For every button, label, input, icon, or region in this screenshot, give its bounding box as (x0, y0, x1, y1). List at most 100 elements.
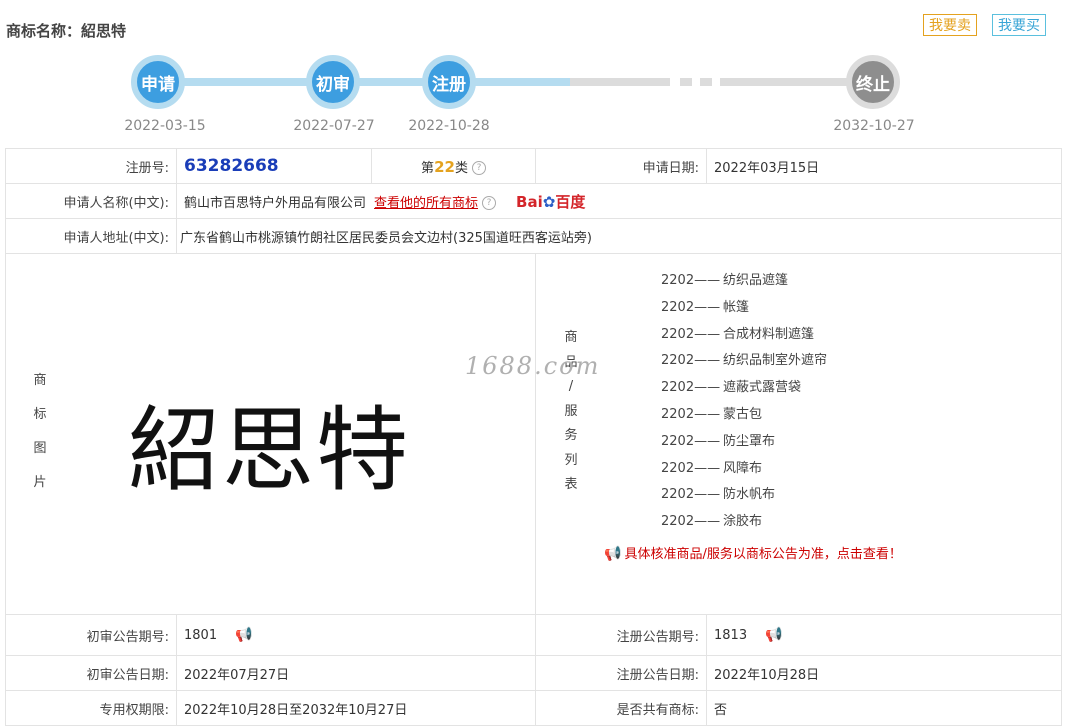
vertical-label-char: 商 (33, 373, 47, 388)
table-row: 申请人名称(中文): 鹤山市百思特户外用品有限公司 查看他的所有商标? Bai✿百度 (5, 183, 1062, 219)
baidu-label: Bai (516, 192, 543, 211)
table-row: 初审公告日期: 2022年07月27日 注册公告日期: 2022年10月28日 (5, 655, 1062, 691)
table-row: 专用权期限: 2022年10月28日至2032年10月27日 是否共有商标: 否 (5, 690, 1062, 726)
vertical-label-char: 标 (33, 407, 47, 422)
baidu-paw-icon: ✿ (542, 192, 556, 211)
vertical-label-char: 表 (564, 477, 578, 492)
list-item: 2202—— 蒙古包 (661, 402, 827, 429)
goods-code: 2202—— (661, 326, 721, 342)
goods-code: 2202—— (661, 406, 721, 422)
goods-code: 2202—— (661, 433, 721, 449)
timeline-node-end: 终止 (846, 55, 900, 109)
timeline-progress-bar (158, 78, 570, 86)
megaphone-icon[interactable]: 📢 (235, 627, 252, 643)
mark-image-cell: 商 标 图 片 紹思特 (5, 253, 536, 615)
goods-notice-link[interactable]: 📢 具体核准商品/服务以商标公告为准，点击查看！ (604, 543, 902, 562)
buy-button[interactable]: 我要买 (992, 14, 1046, 36)
timeline-date-apply: 2022-03-15 (124, 118, 206, 134)
class-number: 22 (434, 157, 455, 176)
mark-image-label: 商 标 图 片 (32, 364, 48, 500)
goods-code: 2202—— (661, 460, 721, 476)
baidu-label-cn: 百度 (555, 192, 586, 211)
prelim-no-label: 初审公告期号: (5, 614, 177, 656)
table-row: 申请人地址(中文): 广东省鹤山市桃源镇竹朗社区居民委员会文边村(325国道旺西… (5, 218, 1062, 254)
vertical-label-char: 商 (564, 330, 578, 345)
prelim-no-cell: 1801 📢 (176, 614, 536, 656)
reg-no-cell: 63282668 (176, 148, 372, 184)
trademark-name-title: 商标名称：紹思特 (6, 20, 126, 41)
baidu-search-link[interactable]: Bai✿百度 (516, 193, 585, 211)
help-icon[interactable]: ? (482, 195, 497, 210)
goods-name: 防水帆布 (723, 487, 776, 503)
apply-date-value: 2022年03月15日 (706, 148, 1062, 184)
vertical-label-char: 服 (564, 403, 578, 419)
timeline-node-prelim: 初审 (306, 55, 360, 109)
applicant-value: 鹤山市百思特户外用品有限公司 (184, 195, 367, 211)
vertical-label-char: 务 (564, 428, 578, 443)
help-icon[interactable]: ? (471, 160, 486, 175)
class-cell: 第22类? (371, 148, 536, 184)
vertical-label-char: 片 (33, 475, 47, 490)
list-item: 2202—— 遮蔽式露营袋 (661, 375, 827, 402)
applicant-cell: 鹤山市百思特户外用品有限公司 查看他的所有商标? Bai✿百度 (176, 183, 1062, 219)
goods-code: 2202—— (661, 487, 721, 503)
goods-name: 帐篷 (723, 299, 750, 315)
vertical-label-char: 列 (564, 452, 578, 468)
reg-no-value: 63282668 (184, 156, 279, 176)
goods-code: 2202—— (661, 380, 721, 396)
megaphone-icon[interactable]: 📢 (765, 627, 782, 643)
goods-name: 防尘罩布 (723, 433, 776, 449)
list-item: 2202—— 纺织品制室外遮帘 (661, 348, 827, 375)
list-item: 2202—— 防水帆布 (661, 482, 827, 509)
goods-name: 合成材料制遮篷 (723, 326, 815, 342)
goods-code: 2202—— (661, 514, 721, 530)
goods-cell: 商 品 / 服 务 列 表 2202—— 纺织品遮篷 2202—— 帐篷 2202—… (535, 253, 1062, 615)
list-item: 2202—— 风障布 (661, 456, 827, 483)
timeline-date-prelim: 2022-07-27 (293, 118, 375, 134)
address-label: 申请人地址(中文): (5, 218, 177, 254)
apply-date-label: 申请日期: (535, 148, 707, 184)
address-value: 广东省鹤山市桃源镇竹朗社区居民委员会文边村(325国道旺西客运站旁) (176, 218, 1062, 254)
exclusive-value: 2022年10月28日至2032年10月27日 (176, 690, 536, 726)
table-row: 注册号: 63282668 第22类? 申请日期: 2022年03月15日 (5, 148, 1062, 184)
trademark-name: 紹思特 (81, 22, 127, 40)
timeline-node-register: 注册 (422, 55, 476, 109)
sell-button[interactable]: 我要卖 (923, 14, 977, 36)
vertical-label-char: 品 (564, 354, 578, 370)
trademark-image: 紹思特 (128, 397, 411, 504)
reg-notice-date-label: 注册公告日期: (535, 655, 707, 691)
timeline-dash (700, 78, 712, 86)
prelim-date-label: 初审公告日期: (5, 655, 177, 691)
megaphone-icon: 📢 (604, 546, 622, 562)
prelim-no-value: 1801 (184, 628, 218, 643)
class-suffix: 类 (454, 160, 468, 176)
reg-notice-date-value: 2022年10月28日 (706, 655, 1062, 691)
timeline-remaining-bar (570, 78, 670, 86)
timeline-node-apply: 申请 (131, 55, 185, 109)
vertical-label-char: 图 (33, 441, 47, 456)
reg-no-label: 注册号: (5, 148, 177, 184)
goods-name: 涂胶布 (723, 514, 763, 530)
list-item: 2202—— 防尘罩布 (661, 429, 827, 456)
goods-name: 纺织品制室外遮帘 (723, 353, 828, 369)
vertical-label-char: / (568, 379, 574, 394)
trademark-name-label: 商标名称： (6, 22, 82, 40)
applicant-label: 申请人名称(中文): (5, 183, 177, 219)
list-item: 2202—— 涂胶布 (661, 509, 827, 536)
goods-code: 2202—— (661, 273, 721, 288)
table-row: 初审公告期号: 1801 📢 注册公告期号: 1813 📢 (5, 614, 1062, 656)
list-item: 2202—— 纺织品遮篷 (661, 268, 827, 295)
list-item: 2202—— 合成材料制遮篷 (661, 322, 827, 349)
timeline-date-end: 2032-10-27 (833, 118, 915, 134)
shared-label: 是否共有商标: (535, 690, 707, 726)
list-item: 2202—— 帐篷 (661, 295, 827, 322)
goods-name: 风障布 (723, 460, 763, 476)
timeline-dash (680, 78, 692, 86)
exclusive-label: 专用权期限: (5, 690, 177, 726)
goods-code: 2202—— (661, 299, 721, 315)
reg-notice-no-value: 1813 (714, 628, 748, 643)
timeline-date-register: 2022-10-28 (408, 118, 490, 134)
view-all-trademarks-link[interactable]: 查看他的所有商标 (374, 196, 478, 211)
goods-code: 2202—— (661, 353, 721, 369)
goods-name: 蒙古包 (723, 406, 763, 422)
